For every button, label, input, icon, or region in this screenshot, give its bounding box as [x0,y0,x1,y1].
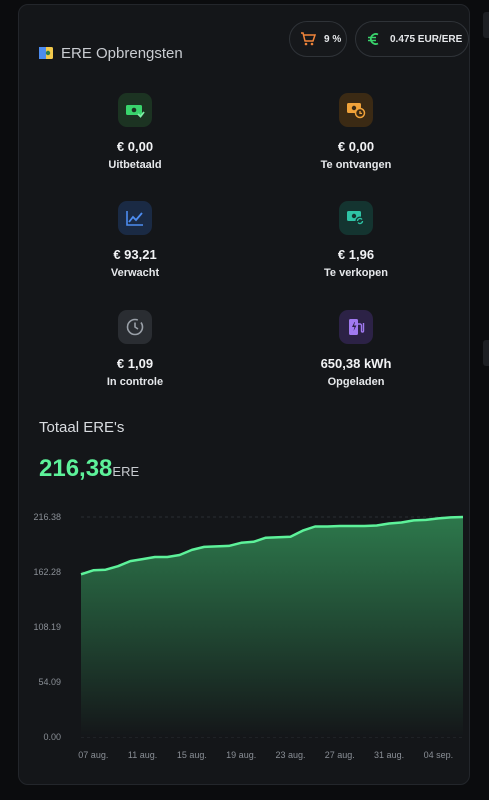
stat-in-controle: € 1,09 In controle [45,310,225,388]
euro-icon [368,33,379,45]
card-title: ERE Opbrengsten [61,45,183,62]
y-tick-label: 54.09 [38,677,61,687]
x-tick-label: 19 aug. [226,750,256,760]
ere-revenue-card: ERE Opbrengsten 9 % 0.475 EUR/ERE € 0,00… [18,4,470,785]
x-tick-label: 31 aug. [374,750,404,760]
stat-label: Uitbetaald [108,159,162,171]
x-tick-label: 04 sep. [424,750,454,760]
stat-label: In controle [106,376,164,388]
price-value: 0.475 EUR/ERE [390,33,463,45]
stat-value: 650,38 kWh [320,356,392,371]
stat-label: Te ontvangen [320,159,392,171]
y-tick-label: 108.19 [33,622,61,632]
area-fill [81,517,463,737]
trend-chart-icon [118,201,152,235]
total-unit: ERE [112,464,140,479]
price-badge[interactable]: 0.475 EUR/ERE [355,21,469,57]
money-refresh-icon [339,201,373,235]
money-check-icon [118,93,152,127]
x-tick-label: 15 aug. [177,750,207,760]
stat-label: Opgeladen [327,376,385,388]
percent-badge[interactable]: 9 % [289,21,347,57]
total-label: Totaal ERE's [39,419,125,436]
edge-mark [483,340,489,366]
stat-verwacht: € 93,21 Verwacht [45,201,225,279]
stat-uitbetaald: € 0,00 Uitbetaald [45,93,225,171]
y-tick-label: 216.38 [33,512,61,522]
x-tick-label: 23 aug. [275,750,305,760]
x-tick-label: 07 aug. [78,750,108,760]
stat-value: € 1,96 [337,247,375,262]
stat-value: € 93,21 [113,247,157,262]
x-tick-label: 11 aug. [128,750,157,760]
edge-mark [483,12,489,38]
money-clock-icon [339,93,373,127]
stat-te-ontvangen: € 0,00 Te ontvangen [266,93,446,171]
x-tick-label: 27 aug. [325,750,355,760]
total-ere-chart[interactable]: 216.38 162.28 108.19 54.09 0.00 07 aug. 11 aug… [19,505,471,770]
y-tick-label: 0.00 [43,732,61,742]
cart-icon [301,32,316,46]
money-icon [39,47,53,59]
stat-value: € 1,09 [116,356,154,371]
stat-opgeladen: 650,38 kWh Opgeladen [266,310,446,388]
stat-value: € 0,00 [116,139,154,154]
stat-te-verkopen: € 1,96 Te verkopen [266,201,446,279]
stat-label: Verwacht [110,267,160,279]
total-number: 216,38 [39,455,113,482]
ev-charger-icon [339,310,373,344]
percent-value: 9 % [324,33,342,45]
stat-value: € 0,00 [337,139,375,154]
stat-label: Te verkopen [324,267,388,279]
y-tick-label: 162.28 [33,567,61,577]
clock-icon [118,310,152,344]
total-value: 216,38ERE [39,455,139,483]
